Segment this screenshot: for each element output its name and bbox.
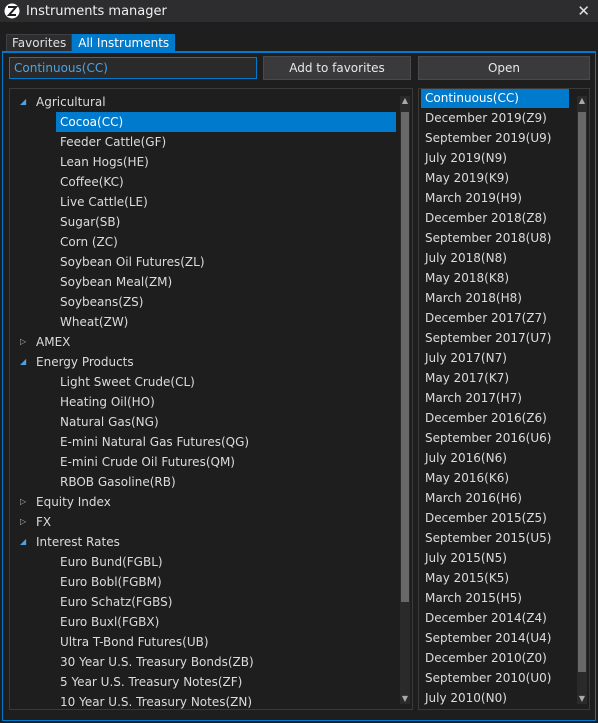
collapsed-arrow-icon[interactable]: ▷ <box>20 517 26 526</box>
open-button[interactable]: Open <box>418 56 590 80</box>
contract-list-item[interactable]: July 2017(N7) <box>421 348 569 368</box>
close-icon[interactable]: ✕ <box>577 2 590 20</box>
tree-item[interactable]: Sugar(SB) <box>56 212 124 232</box>
window-title: Instruments manager <box>26 3 167 19</box>
tree-item[interactable]: Soybeans(ZS) <box>56 292 147 312</box>
contract-list-item[interactable]: March 2017(H7) <box>421 388 569 408</box>
tree-item[interactable]: Coffee(KC) <box>56 172 128 192</box>
contract-list-item[interactable]: May 2018(K8) <box>421 268 569 288</box>
tree-item[interactable]: E-mini Crude Oil Futures(QM) <box>56 452 239 472</box>
contract-list-item[interactable]: December 2010(Z0) <box>421 648 569 668</box>
instrument-tree: ◢ Agricultural Cocoa(CC) Feeder Cattle(GF) L… <box>9 88 413 710</box>
contract-list-item[interactable]: December 2019(Z9) <box>421 108 569 128</box>
tree-item[interactable]: Feeder Cattle(GF) <box>56 132 170 152</box>
tree-item[interactable]: Euro Bobl(FGBM) <box>56 572 166 592</box>
tree-item[interactable]: Euro Buxl(FGBX) <box>56 612 163 632</box>
scroll-down-arrow-icon[interactable]: ▼ <box>400 694 410 704</box>
contract-list: Continuous(CC) December 2019(Z9) September… <box>418 88 590 710</box>
tree-item[interactable]: Cocoa(CC) <box>56 112 396 132</box>
tree-group[interactable]: AMEX <box>36 332 70 352</box>
tree-item[interactable]: Soybean Meal(ZM) <box>56 272 176 292</box>
contract-list-item[interactable]: May 2015(K5) <box>421 568 569 588</box>
contract-list-item[interactable]: May 2016(K6) <box>421 468 569 488</box>
scroll-up-arrow-icon[interactable]: ▲ <box>577 96 587 106</box>
tree-group[interactable]: Energy Products <box>36 352 134 372</box>
contract-list-item[interactable]: May 2019(K9) <box>421 168 569 188</box>
title-bar: Instruments manager ✕ <box>0 0 598 22</box>
contract-list-item[interactable]: March 2016(H6) <box>421 488 569 508</box>
contract-list-item[interactable]: July 2019(N9) <box>421 148 569 168</box>
search-input[interactable] <box>9 57 257 79</box>
tree-item[interactable]: RBOB Gasoline(RB) <box>56 472 180 492</box>
tab-strip: Favorites All Instruments <box>6 34 176 52</box>
contract-list-item[interactable]: July 2018(N8) <box>421 248 569 268</box>
contract-list-item[interactable]: July 2010(N0) <box>421 688 569 708</box>
contract-list-item[interactable]: May 2017(K7) <box>421 368 569 388</box>
tree-item[interactable]: Live Cattle(LE) <box>56 192 152 212</box>
tree-item[interactable]: Natural Gas(NG) <box>56 412 163 432</box>
tree-group[interactable]: Interest Rates <box>36 532 120 552</box>
tree-scrollbar[interactable]: ▲ ▼ <box>400 96 410 704</box>
contract-list-item[interactable]: July 2015(N5) <box>421 548 569 568</box>
scrollbar-thumb[interactable] <box>578 112 586 672</box>
contract-list-item[interactable]: September 2015(U5) <box>421 528 569 548</box>
contract-list-item[interactable]: September 2019(U9) <box>421 128 569 148</box>
tab-all-instruments[interactable]: All Instruments <box>72 34 176 52</box>
scrollbar-thumb[interactable] <box>401 112 409 602</box>
contract-list-item[interactable]: March 2015(H5) <box>421 588 569 608</box>
contract-list-item[interactable]: September 2016(U6) <box>421 428 569 448</box>
tree-item[interactable]: 5 Year U.S. Treasury Notes(ZF) <box>56 672 246 692</box>
contract-list-item[interactable]: December 2015(Z5) <box>421 508 569 528</box>
tree-item[interactable]: 10 Year U.S. Treasury Notes(ZN) <box>56 692 256 709</box>
collapsed-arrow-icon[interactable]: ▷ <box>20 337 26 346</box>
tree-item[interactable]: Ultra T-Bond Futures(UB) <box>56 632 213 652</box>
expanded-arrow-icon[interactable]: ◢ <box>20 357 26 366</box>
contract-list-item[interactable]: September 2018(U8) <box>421 228 569 248</box>
contract-list-scrollbar[interactable]: ▲ ▼ <box>577 96 587 704</box>
tree-item[interactable]: Euro Schatz(FGBS) <box>56 592 176 612</box>
tab-favorites[interactable]: Favorites <box>6 34 73 52</box>
contract-list-item[interactable]: December 2014(Z4) <box>421 608 569 628</box>
tree-item[interactable]: Wheat(ZW) <box>56 312 132 332</box>
scroll-up-arrow-icon[interactable]: ▲ <box>400 96 410 106</box>
contract-list-item[interactable]: Continuous(CC) <box>421 89 569 108</box>
contract-list-item[interactable]: September 2017(U7) <box>421 328 569 348</box>
contract-list-item[interactable]: December 2018(Z8) <box>421 208 569 228</box>
tree-item[interactable]: Light Sweet Crude(CL) <box>56 372 199 392</box>
add-to-favorites-button[interactable]: Add to favorites <box>263 56 411 80</box>
contract-list-item[interactable]: March 2019(H9) <box>421 188 569 208</box>
tree-group[interactable]: FX <box>36 512 51 532</box>
tree-group[interactable]: Equity Index <box>36 492 111 512</box>
contract-list-item[interactable]: December 2016(Z6) <box>421 408 569 428</box>
expanded-arrow-icon[interactable]: ◢ <box>20 537 26 546</box>
contract-list-item[interactable]: March 2018(H8) <box>421 288 569 308</box>
tree-group[interactable]: Agricultural <box>36 92 106 112</box>
tree-item[interactable]: E-mini Natural Gas Futures(QG) <box>56 432 253 452</box>
tree-item[interactable]: 30 Year U.S. Treasury Bonds(ZB) <box>56 652 258 672</box>
app-logo-icon <box>4 3 20 19</box>
scroll-down-arrow-icon[interactable]: ▼ <box>577 694 587 704</box>
contract-list-item[interactable]: December 2017(Z7) <box>421 308 569 328</box>
tree-item[interactable]: Corn (ZC) <box>56 232 122 252</box>
collapsed-arrow-icon[interactable]: ▷ <box>20 497 26 506</box>
tree-item[interactable]: Lean Hogs(HE) <box>56 152 153 172</box>
expanded-arrow-icon[interactable]: ◢ <box>20 97 26 106</box>
contract-list-item[interactable]: July 2016(N6) <box>421 448 569 468</box>
tree-item[interactable]: Heating Oil(HO) <box>56 392 159 412</box>
contract-list-item[interactable]: September 2010(U0) <box>421 668 569 688</box>
tree-item[interactable]: Soybean Oil Futures(ZL) <box>56 252 209 272</box>
tree-item[interactable]: Euro Bund(FGBL) <box>56 552 167 572</box>
contract-list-item[interactable]: September 2014(U4) <box>421 628 569 648</box>
